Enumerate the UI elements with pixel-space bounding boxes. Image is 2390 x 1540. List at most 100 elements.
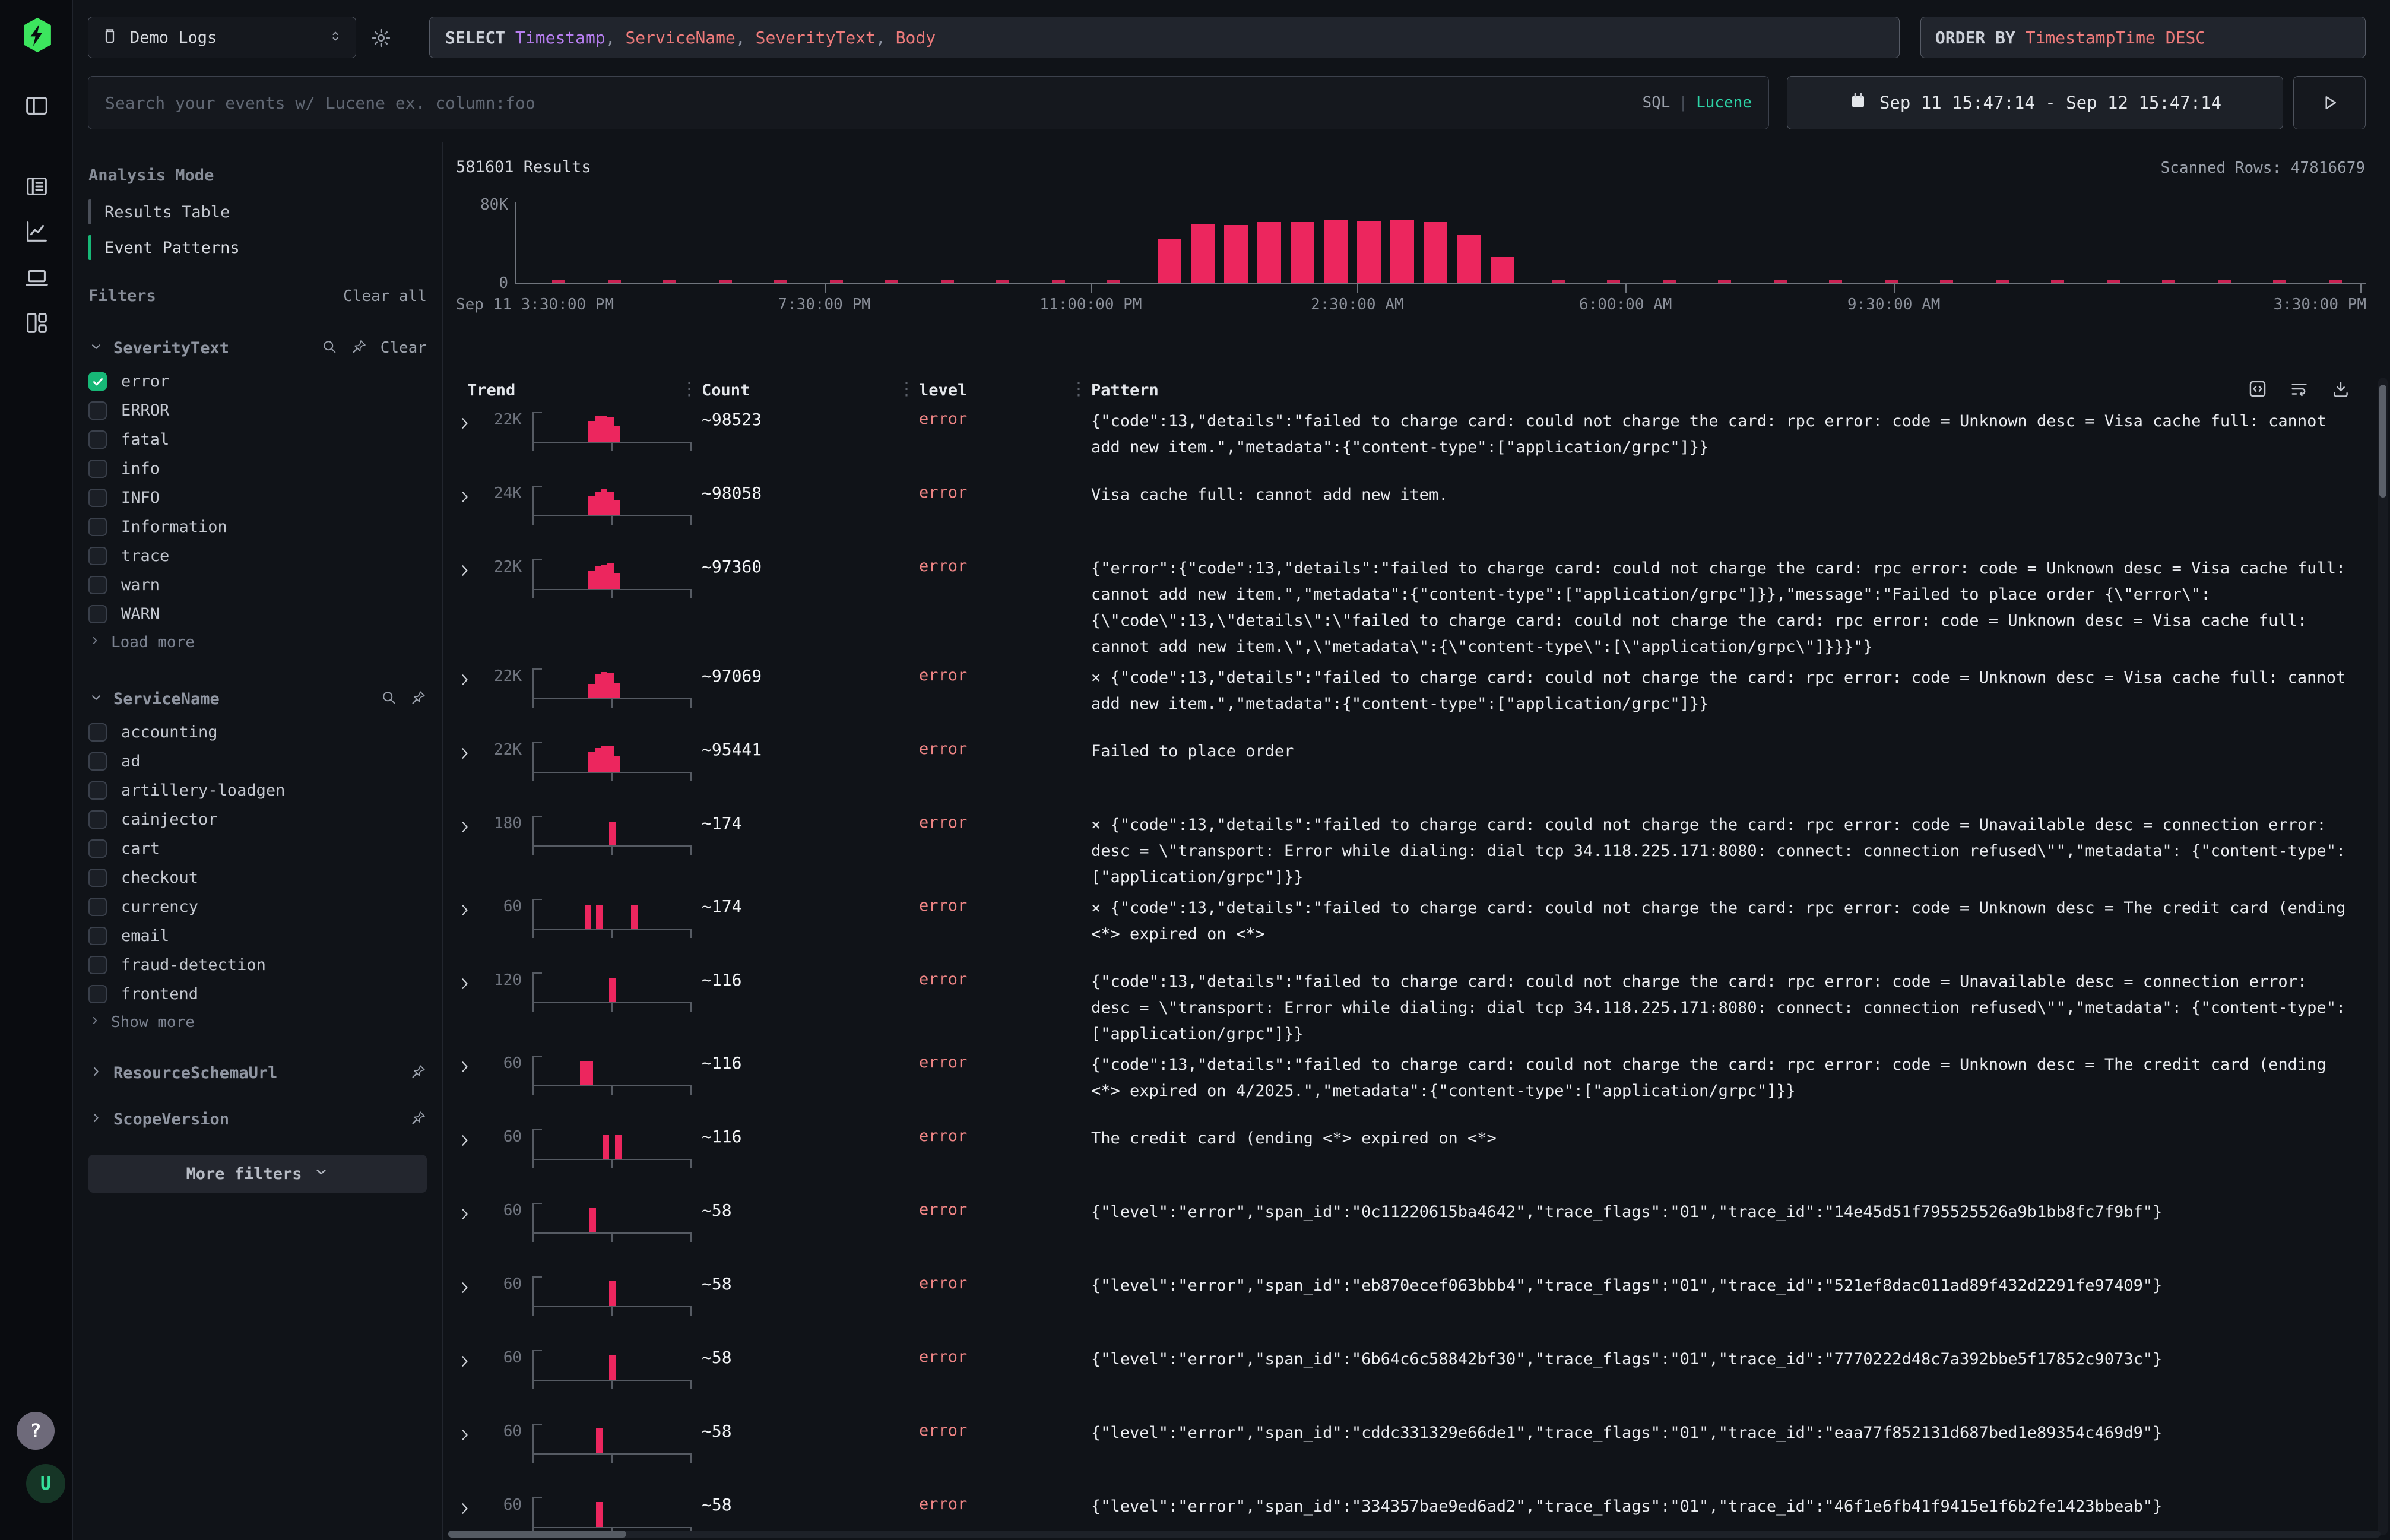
select-query-input[interactable]: SELECT Timestamp, ServiceName, SeverityT…	[429, 17, 1900, 58]
avatar[interactable]: U	[26, 1464, 65, 1503]
filter-option[interactable]: cart	[88, 834, 427, 863]
pin-icon[interactable]	[351, 338, 367, 357]
histogram-bar[interactable]	[1224, 225, 1248, 283]
table-row[interactable]: 22K~98523error{"code":13,"details":"fail…	[443, 408, 2373, 482]
filter-group-header[interactable]: ResourceSchemaUrl	[88, 1063, 427, 1082]
filter-option[interactable]: info	[88, 454, 427, 483]
tab-event-patterns[interactable]: Event Patterns	[88, 230, 427, 265]
more-filters-button[interactable]: More filters	[88, 1155, 427, 1193]
filter-option[interactable]: artillery-loadgen	[88, 776, 427, 805]
filter-option[interactable]: currency	[88, 892, 427, 921]
search-input[interactable]: Search your events w/ Lucene ex. column:…	[88, 76, 1769, 129]
filter-option[interactable]: fraud-detection	[88, 950, 427, 980]
filter-group-header[interactable]: ServiceName	[88, 689, 427, 708]
checkbox[interactable]	[88, 547, 107, 565]
gear-icon[interactable]	[368, 25, 394, 51]
filter-option[interactable]: warn	[88, 571, 427, 600]
checkbox[interactable]	[88, 869, 107, 887]
column-header-trend[interactable]: Trend	[467, 381, 515, 400]
clear-all-button[interactable]: Clear all	[343, 287, 427, 305]
source-select[interactable]: Demo Logs	[88, 17, 356, 58]
filter-option[interactable]: ad	[88, 747, 427, 776]
column-header-level[interactable]: level	[919, 381, 967, 400]
checkbox[interactable]	[88, 401, 107, 420]
filter-option[interactable]: fatal	[88, 425, 427, 454]
checkbox[interactable]	[88, 605, 107, 623]
load-more-button[interactable]: Show more	[88, 1009, 427, 1036]
sql-mode-toggle[interactable]: SQL	[1642, 94, 1670, 112]
filter-option[interactable]: error	[88, 367, 427, 396]
table-row[interactable]: 22K~95441errorFailed to place order	[443, 739, 2373, 812]
filter-option[interactable]: accounting	[88, 718, 427, 747]
table-row[interactable]: 24K~98058errorVisa cache full: cannot ad…	[443, 482, 2373, 556]
filter-clear-button[interactable]: Clear	[381, 339, 427, 357]
filter-option[interactable]: INFO	[88, 483, 427, 512]
filter-option[interactable]: cainjector	[88, 805, 427, 834]
histogram-bar[interactable]	[1357, 221, 1381, 283]
download-icon[interactable]	[2331, 379, 2351, 401]
histogram-bar[interactable]	[1191, 224, 1215, 283]
histogram-bar[interactable]	[1257, 222, 1281, 283]
pin-icon[interactable]	[410, 689, 427, 708]
chart-explorer-icon[interactable]	[20, 215, 53, 248]
filter-group-header[interactable]: ScopeVersion	[88, 1110, 427, 1129]
filter-option[interactable]: ERROR	[88, 396, 427, 425]
panel-toggle-icon[interactable]	[20, 89, 53, 122]
lucene-mode-toggle[interactable]: Lucene	[1696, 94, 1752, 112]
column-drag-handle[interactable]: ⋮	[680, 379, 697, 400]
hyperdx-logo-icon[interactable]	[20, 17, 55, 53]
client-sessions-icon[interactable]	[20, 261, 53, 294]
table-row[interactable]: 60~116errorThe credit card (ending <*> e…	[443, 1126, 2373, 1199]
wrap-text-icon[interactable]	[2289, 379, 2309, 401]
checkbox[interactable]	[88, 839, 107, 858]
table-row[interactable]: 60~58error{"level":"error","span_id":"6b…	[443, 1346, 2373, 1420]
table-row[interactable]: 60~174error× {"code":13,"details":"faile…	[443, 895, 2373, 969]
histogram-bar[interactable]	[1491, 257, 1514, 283]
histogram-bar[interactable]	[1324, 220, 1348, 283]
filter-option[interactable]: frontend	[88, 980, 427, 1009]
search-icon[interactable]	[381, 689, 397, 708]
table-row[interactable]: 120~116error{"code":13,"details":"failed…	[443, 969, 2373, 1052]
filter-option[interactable]: checkout	[88, 863, 427, 892]
tab-results-table[interactable]: Results Table	[88, 194, 427, 230]
table-row[interactable]: 60~58error{"level":"error","span_id":"0c…	[443, 1199, 2373, 1273]
horizontal-scrollbar-thumb[interactable]	[448, 1531, 626, 1538]
run-query-button[interactable]	[2293, 76, 2366, 129]
checkbox[interactable]	[88, 956, 107, 974]
table-row[interactable]: 180~174error× {"code":13,"details":"fail…	[443, 812, 2373, 895]
time-range-picker[interactable]: Sep 11 15:47:14 - Sep 12 15:47:14	[1787, 76, 2283, 129]
checkbox[interactable]	[88, 460, 107, 478]
histogram-bar[interactable]	[1457, 235, 1481, 283]
checkbox[interactable]	[88, 430, 107, 449]
table-row[interactable]: 60~116error{"code":13,"details":"failed …	[443, 1052, 2373, 1126]
logs-search-icon[interactable]	[20, 170, 53, 203]
column-header-count[interactable]: Count	[702, 381, 750, 400]
pin-icon[interactable]	[410, 1063, 427, 1082]
column-header-pattern[interactable]: Pattern	[1091, 381, 1159, 400]
search-icon[interactable]	[321, 338, 338, 357]
order-by-input[interactable]: ORDER BY TimestampTime DESC	[1920, 17, 2366, 58]
checkbox[interactable]	[88, 781, 107, 800]
filter-option[interactable]: Information	[88, 512, 427, 541]
checkbox[interactable]	[88, 810, 107, 829]
histogram-bar[interactable]	[1390, 220, 1414, 283]
filter-group-header[interactable]: SeverityTextClear	[88, 338, 427, 357]
pin-icon[interactable]	[410, 1110, 427, 1129]
checkbox[interactable]	[88, 518, 107, 536]
checkbox[interactable]	[88, 576, 107, 594]
filter-option[interactable]: email	[88, 921, 427, 950]
checkbox[interactable]	[88, 489, 107, 507]
column-drag-handle[interactable]: ⋮	[898, 379, 914, 400]
table-row[interactable]: 60~58error{"level":"error","span_id":"eb…	[443, 1273, 2373, 1346]
histogram-bar[interactable]	[1291, 222, 1314, 283]
column-drag-handle[interactable]: ⋮	[1070, 379, 1086, 400]
checkbox[interactable]	[88, 723, 107, 742]
checkbox[interactable]	[88, 372, 107, 391]
help-button[interactable]: ?	[17, 1412, 55, 1450]
load-more-button[interactable]: Load more	[88, 629, 427, 656]
filter-option[interactable]: WARN	[88, 600, 427, 629]
view-source-icon[interactable]	[2248, 379, 2268, 401]
checkbox[interactable]	[88, 985, 107, 1003]
histogram-bar[interactable]	[1424, 222, 1447, 283]
checkbox[interactable]	[88, 927, 107, 945]
